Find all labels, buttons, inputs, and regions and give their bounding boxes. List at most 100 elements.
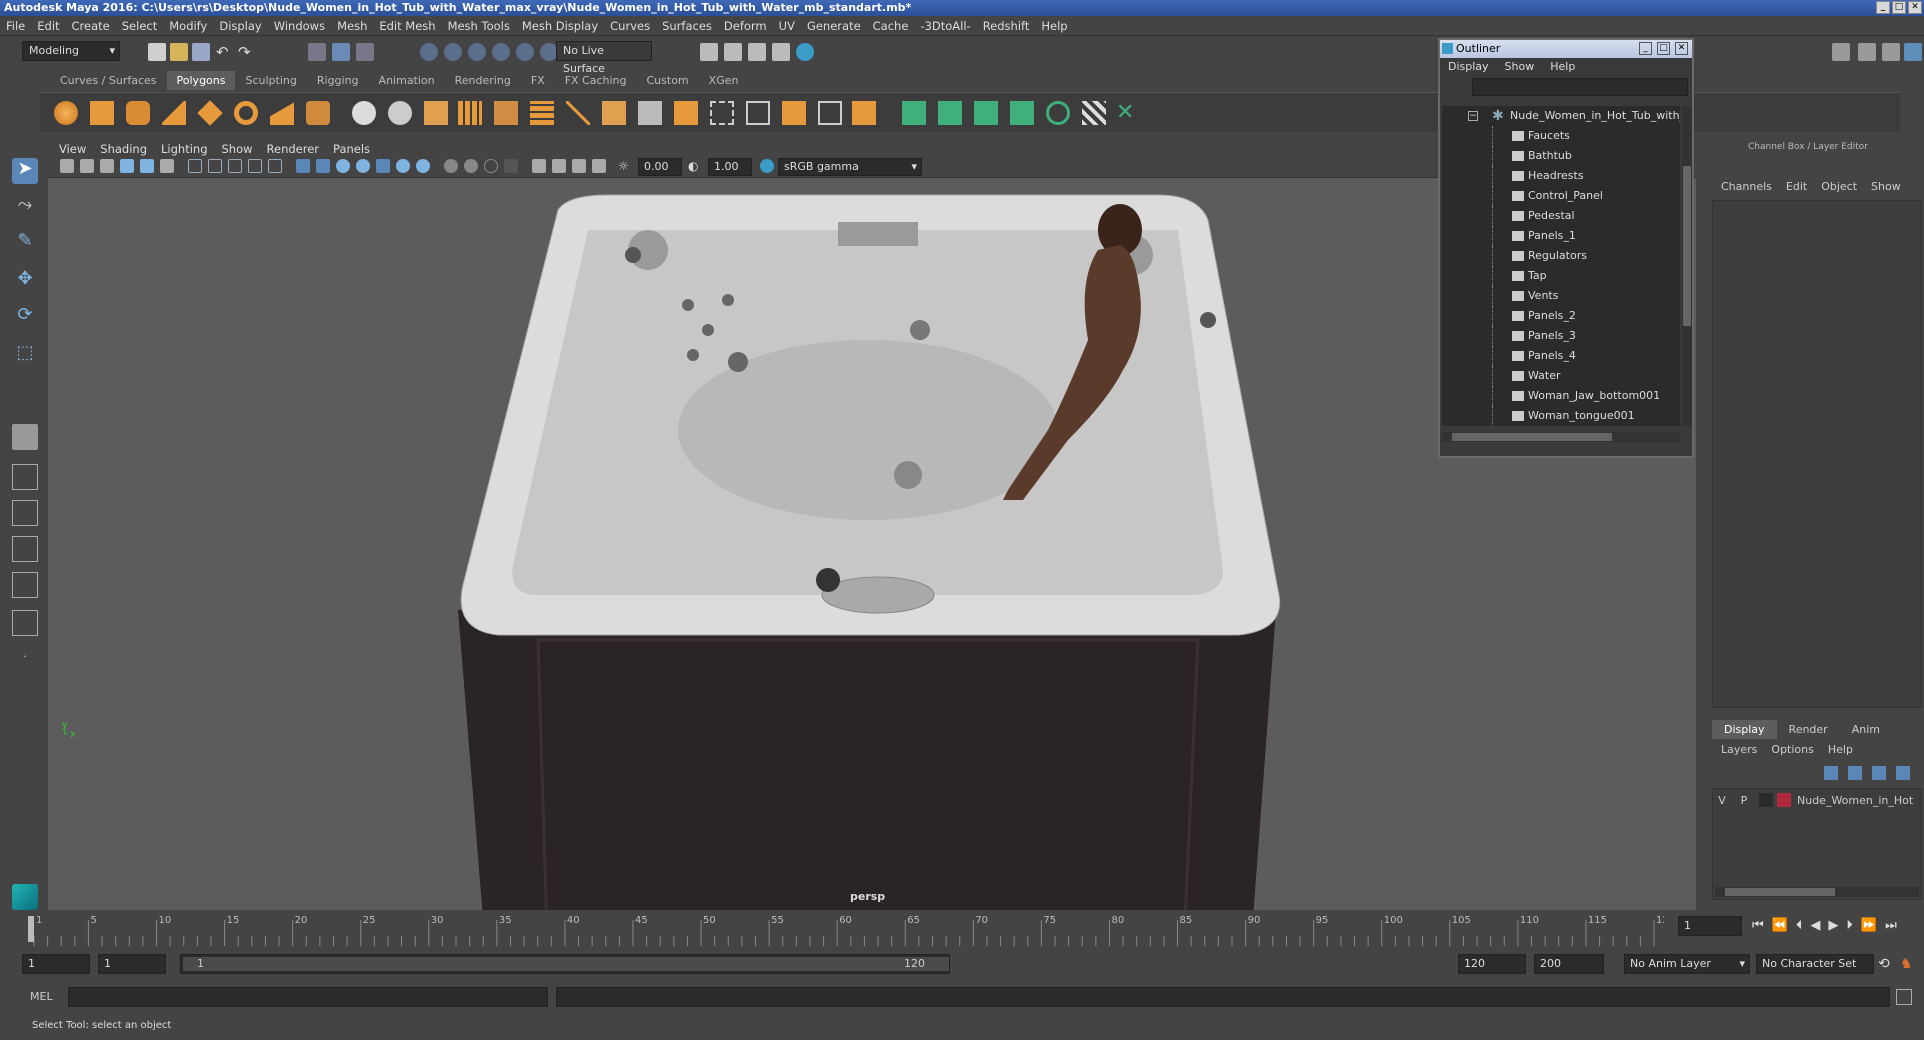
collapse-icon[interactable]: − (1468, 111, 1478, 121)
layer-menu-options[interactable]: Options (1764, 743, 1820, 756)
hypershade-icon[interactable] (772, 43, 790, 61)
channel-menu-object[interactable]: Object (1814, 180, 1864, 193)
color-space-dropdown[interactable]: sRGB gamma ▾ (778, 158, 922, 176)
layout-hypershade-icon[interactable] (12, 610, 38, 636)
average-vertices-icon[interactable] (494, 101, 518, 125)
outliner-item[interactable]: Woman_tongue001 (1442, 406, 1680, 426)
menu-surfaces[interactable]: Surfaces (656, 16, 718, 36)
move-layer-up-icon[interactable] (1872, 766, 1886, 780)
outliner-minimize-button[interactable]: _ (1639, 42, 1652, 55)
select-component-icon[interactable] (356, 43, 374, 61)
outliner-item[interactable]: Panels_3 (1442, 326, 1680, 346)
new-layer-selected-icon[interactable] (1848, 766, 1862, 780)
outliner-scroll-thumb[interactable] (1683, 166, 1691, 326)
outliner-horizontal-scrollbar[interactable] (1442, 432, 1680, 442)
outliner-item[interactable]: Woman_Jaw_bottom001 (1442, 386, 1680, 406)
menu-create[interactable]: Create (66, 16, 116, 36)
menu-deform[interactable]: Deform (718, 16, 773, 36)
cylindrical-uv-icon[interactable] (938, 101, 962, 125)
layout-four-icon[interactable] (12, 464, 38, 490)
outliner-item[interactable]: Control_Panel (1442, 186, 1680, 206)
gamma-field[interactable]: 1.00 (708, 158, 752, 176)
frame-all-icon[interactable] (552, 159, 566, 173)
layer-type-toggle[interactable] (1759, 793, 1773, 807)
layer-tab-render[interactable]: Render (1777, 720, 1840, 739)
go-to-end-icon[interactable]: ⏭ (1885, 918, 1897, 933)
layer-tab-display[interactable]: Display (1712, 720, 1777, 739)
extrude-icon[interactable] (602, 101, 626, 125)
minimize-button[interactable]: _ (1876, 1, 1890, 14)
checker-icon[interactable] (1082, 101, 1106, 125)
image-plane-icon[interactable] (120, 159, 134, 173)
frame-selection-icon[interactable] (572, 159, 586, 173)
playback-start-field[interactable]: 1 (98, 954, 166, 974)
layer-tab-anim[interactable]: Anim (1840, 720, 1892, 739)
poly-torus-icon[interactable] (234, 101, 258, 125)
snap-curve-icon[interactable] (444, 43, 462, 61)
layer-visibility-toggle[interactable]: V (1713, 794, 1731, 807)
layout-graph-icon[interactable] (12, 572, 38, 598)
script-editor-icon[interactable] (1896, 989, 1912, 1005)
2d-pan-zoom-icon[interactable] (140, 159, 154, 173)
play-backward-icon[interactable]: ◀ (1810, 918, 1820, 933)
outliner-item[interactable]: Tap (1442, 266, 1680, 286)
insert-edge-loop-icon[interactable] (710, 101, 734, 125)
separate-icon[interactable] (388, 101, 412, 125)
channel-box-toggle-icon[interactable] (1904, 43, 1922, 61)
combine-icon[interactable] (352, 101, 376, 125)
film-gate-icon[interactable] (208, 159, 222, 173)
tab-fx[interactable]: FX (521, 71, 555, 90)
outliner-root-item[interactable]: − ✱ Nude_Women_in_Hot_Tub_with_ (1442, 106, 1680, 126)
planar-uv-icon[interactable] (902, 101, 926, 125)
resolution-gate-icon[interactable] (228, 159, 242, 173)
render-frame-icon[interactable] (700, 43, 718, 61)
menu-modify[interactable]: Modify (163, 16, 213, 36)
outliner-item[interactable]: Headrests (1442, 166, 1680, 186)
tool-settings-icon[interactable] (1882, 43, 1900, 61)
menu-uv[interactable]: UV (773, 16, 801, 36)
channel-menu-channels[interactable]: Channels (1714, 180, 1779, 193)
vp-menu-lighting[interactable]: Lighting (154, 140, 214, 158)
smooth-shade-icon[interactable] (316, 159, 330, 173)
snap-point-icon[interactable] (468, 43, 486, 61)
anti-aliasing-icon[interactable] (464, 159, 478, 173)
outliner-item[interactable]: Panels_4 (1442, 346, 1680, 366)
view-cube-icon[interactable] (592, 159, 606, 173)
wireframe-icon[interactable] (296, 159, 310, 173)
poly-pipe-icon[interactable] (306, 101, 330, 125)
camera-attributes-icon[interactable] (80, 159, 94, 173)
gate-mask-icon[interactable] (248, 159, 262, 173)
render-view-icon[interactable] (796, 43, 814, 61)
tab-rigging[interactable]: Rigging (307, 71, 369, 90)
tab-custom[interactable]: Custom (637, 71, 699, 90)
start-time-field[interactable]: 1 (22, 954, 90, 974)
motion-blur-icon[interactable] (444, 159, 458, 173)
scale-tool-icon[interactable]: ⬚ (12, 342, 38, 368)
menu-windows[interactable]: Windows (268, 16, 331, 36)
outliner-item[interactable]: Faucets (1442, 126, 1680, 146)
tab-rendering[interactable]: Rendering (445, 71, 521, 90)
new-scene-icon[interactable] (148, 43, 166, 61)
tab-polygons[interactable]: Polygons (166, 70, 236, 90)
snap-surface-icon[interactable] (516, 43, 534, 61)
command-input[interactable] (68, 987, 548, 1007)
select-object-icon[interactable] (332, 43, 350, 61)
layout-two-icon[interactable] (12, 500, 38, 526)
select-camera-icon[interactable] (532, 159, 546, 173)
poly-cube-icon[interactable] (90, 101, 114, 125)
tab-fx-caching[interactable]: FX Caching (555, 71, 637, 90)
vp-menu-show[interactable]: Show (215, 140, 260, 158)
select-tool-icon[interactable]: ➤ (12, 158, 38, 184)
menu-edit-mesh[interactable]: Edit Mesh (373, 16, 441, 36)
isolate-icon[interactable] (504, 159, 518, 173)
outliner-item[interactable]: Bathtub (1442, 146, 1680, 166)
auto-key-icon[interactable]: ⟲ (1878, 956, 1894, 972)
vp-menu-view[interactable]: View (52, 140, 93, 158)
vp-menu-shading[interactable]: Shading (93, 140, 154, 158)
close-button[interactable]: ✕ (1908, 1, 1922, 14)
extract-icon[interactable] (424, 101, 448, 125)
tab-sculpting[interactable]: Sculpting (235, 71, 306, 90)
menu-edit[interactable]: Edit (31, 16, 65, 36)
select-hierarchy-icon[interactable] (308, 43, 326, 61)
anim-layer-dropdown[interactable]: No Anim Layer ▾ (1624, 954, 1750, 974)
